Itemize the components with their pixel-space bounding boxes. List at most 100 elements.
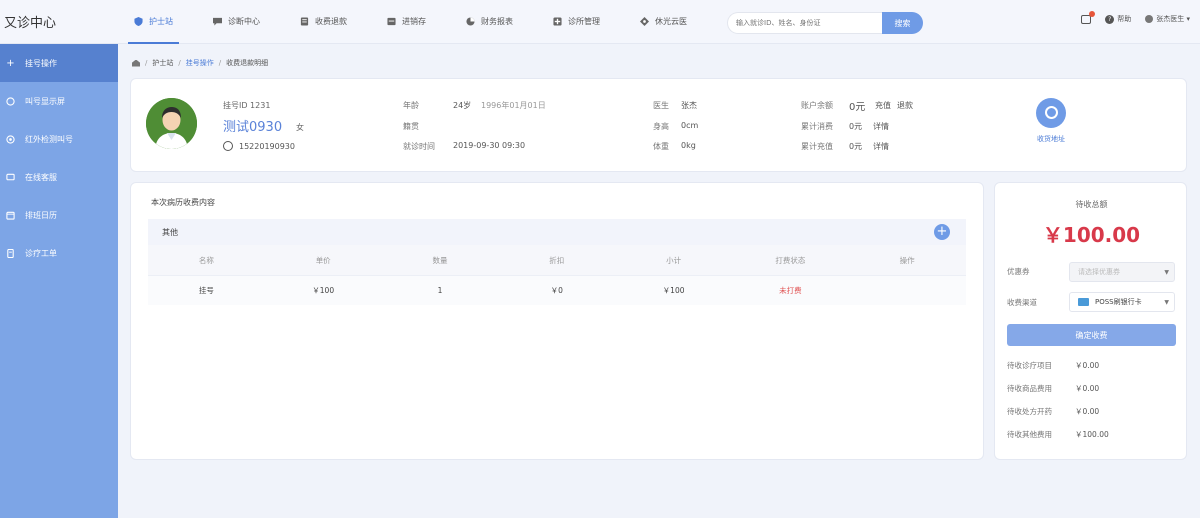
age-label: 年龄: [403, 101, 419, 110]
nav-item-nurse-station[interactable]: 护士站: [128, 0, 179, 44]
sidebar-item-label: 排班日历: [25, 210, 57, 220]
search-button[interactable]: 搜索: [882, 12, 923, 34]
balance-value: 0元: [849, 102, 866, 113]
nav-label: 护士站: [149, 16, 173, 26]
breadcrumb-separator: /: [218, 59, 222, 67]
origin-label: 籍贯: [403, 122, 419, 131]
address-button[interactable]: 收货地址: [1021, 98, 1081, 144]
ticket-icon: [7, 248, 14, 258]
patient-name[interactable]: 测试0930: [223, 116, 282, 135]
box-icon: [387, 17, 396, 25]
coupon-placeholder: 请选择优惠券: [1078, 268, 1120, 276]
channel-label: 收费渠道: [1007, 298, 1037, 307]
column-header: 名称: [198, 255, 214, 265]
item-name: 挂号: [198, 286, 214, 295]
doctor-value: 张杰: [681, 101, 697, 110]
app-brand: 又诊中心: [4, 16, 57, 31]
sidebar-item-label: 红外检测叫号: [25, 134, 73, 144]
user-icon: [1145, 15, 1154, 23]
notification-button[interactable]: [1081, 10, 1096, 24]
pending-total-amount: ￥100.00: [1042, 223, 1141, 247]
nav-item-cloud-medical[interactable]: 休光云医: [634, 0, 693, 44]
nav-item-finance-report[interactable]: 财务报表: [460, 0, 519, 44]
channel-select[interactable]: POSS刷银行卡 ▼: [1069, 292, 1175, 312]
sidebar-item-infrared-call[interactable]: 红外检测叫号: [0, 120, 118, 158]
item-status: 未打费: [779, 286, 802, 295]
summary-label: 待收诊疗项目: [1007, 361, 1052, 370]
calendar-icon: [6, 211, 15, 220]
home-icon[interactable]: [132, 59, 140, 67]
nav-label: 财务报表: [481, 16, 513, 26]
add-item-icon[interactable]: +: [934, 224, 950, 240]
report-icon: [466, 16, 475, 26]
coupon-select[interactable]: 请选择优惠券 ▼: [1069, 262, 1175, 282]
sidebar-item-label: 诊疗工单: [25, 248, 57, 258]
confirm-charge-button[interactable]: 确定收费: [1007, 324, 1176, 346]
nav-label: 诊断中心: [228, 16, 260, 26]
birth-date: 1996年01月01日: [481, 101, 546, 110]
breadcrumb-registration[interactable]: 挂号操作: [186, 58, 214, 68]
summary-label: 待收商品费用: [1007, 384, 1052, 393]
column-header: 打费状态: [775, 255, 806, 265]
age-field: 年龄 24岁 1996年01月01日: [403, 100, 546, 111]
sidebar-item-online-service[interactable]: 在线客服: [0, 158, 118, 196]
summary-row: 待收处方开药 ￥0.00: [1007, 406, 1099, 417]
main-nav: 护士站 诊断中心 收费退款 进销存 财务报表 诊所管理 休光云医: [128, 0, 721, 44]
charge-field: 累计充值 0元 详情: [801, 141, 889, 152]
sensor-icon: [6, 134, 15, 144]
nav-item-charge-refund[interactable]: 收费退款: [294, 0, 353, 44]
height-value: 0cm: [681, 121, 699, 130]
summary-value: ￥0.00: [1075, 407, 1100, 416]
location-icon: [1036, 98, 1066, 128]
user-menu[interactable]: 张杰医生 ▾: [1145, 14, 1190, 24]
balance-label: 账户余额: [801, 101, 833, 110]
shield-icon: [134, 16, 143, 26]
coupon-label: 优惠券: [1007, 267, 1030, 276]
search-bar: 搜索: [727, 12, 923, 34]
chevron-down-icon: ▼: [1164, 299, 1169, 306]
table-header: 名称 单价 数量 折扣 小计 打费状态 操作: [148, 245, 966, 275]
consume-label: 累计消费: [801, 122, 833, 131]
payment-panel: 待收总额 ￥100.00 优惠券 请选择优惠券 ▼ 收费渠道 POSS刷银行卡 …: [994, 182, 1187, 460]
patient-info-card: 挂号ID 1231 测试0930 女 15220190930 年龄 24岁 19…: [130, 78, 1187, 172]
column-header: 单价: [315, 255, 331, 265]
charge-label: 累计充值: [801, 142, 833, 151]
chat-icon: [213, 17, 222, 26]
sidebar-item-work-order[interactable]: 诊疗工单: [0, 234, 118, 272]
sidebar-item-label: 挂号操作: [25, 58, 57, 68]
visit-time-value: 2019-09-30 09:30: [453, 141, 526, 150]
sidebar-item-schedule[interactable]: 排班日历: [0, 196, 118, 234]
patient-phone: 15220190930: [223, 141, 295, 151]
charge-detail-link[interactable]: 详情: [873, 141, 889, 152]
header-tools: ? 帮助 张杰医生 ▾: [1067, 10, 1190, 24]
height-field: 身高 0cm: [653, 121, 698, 132]
nav-label: 休光云医: [655, 16, 687, 26]
summary-row: 待收商品费用 ￥0.00: [1007, 383, 1099, 394]
nav-item-clinic-manage[interactable]: 诊所管理: [547, 0, 606, 44]
recharge-link[interactable]: 充值: [875, 100, 891, 111]
sidebar-item-call-screen[interactable]: 叫号显示屏: [0, 82, 118, 120]
weight-label: 体重: [653, 142, 669, 151]
summary-row: 待收诊疗项目 ￥0.00: [1007, 360, 1099, 371]
summary-value: ￥0.00: [1075, 384, 1100, 393]
weight-field: 体重 0kg: [653, 141, 696, 152]
column-header: 小计: [666, 255, 682, 265]
nav-item-inventory[interactable]: 进销存: [381, 0, 432, 44]
top-bar: 又诊中心 护士站 诊断中心 收费退款 进销存 财务报表 诊所管理 休光云医 输入…: [0, 0, 1200, 44]
breadcrumb-nurse-station[interactable]: 护士站: [152, 58, 173, 68]
nav-item-diagnosis[interactable]: 诊断中心: [207, 0, 266, 44]
item-qty: 1: [437, 286, 443, 295]
sidebar-item-label: 在线客服: [25, 172, 57, 182]
help-label: 帮助: [1117, 15, 1132, 23]
nav-label: 收费退款: [315, 16, 347, 26]
consume-field: 累计消费 0元 详情: [801, 121, 889, 132]
column-header: 数量: [432, 255, 448, 265]
sidebar-item-registration[interactable]: + 挂号操作: [0, 44, 118, 82]
diamond-icon: [640, 16, 649, 26]
group-header: 其他 +: [148, 219, 966, 245]
refund-link[interactable]: 退款: [897, 100, 913, 111]
visit-time-label: 就诊时间: [403, 142, 435, 151]
search-input[interactable]: [727, 12, 883, 34]
help-button[interactable]: ? 帮助: [1105, 14, 1131, 24]
consume-detail-link[interactable]: 详情: [873, 121, 889, 132]
